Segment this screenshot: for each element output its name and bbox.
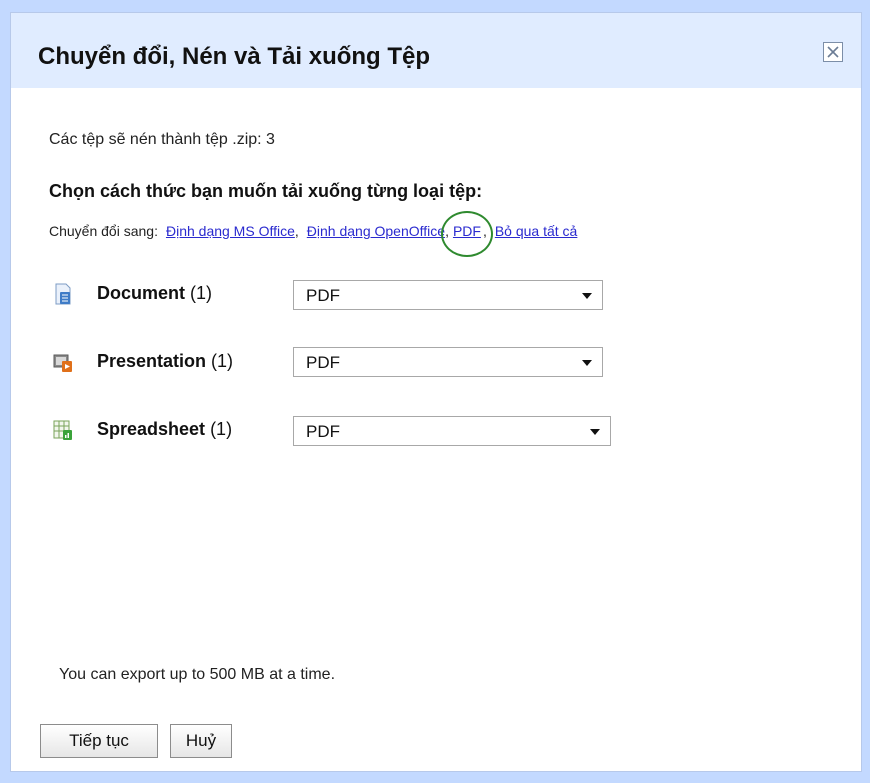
format-heading: Chọn cách thức bạn muốn tải xuống từng l… [49, 181, 483, 201]
skip-all-link[interactable]: Bỏ qua tất cả [495, 223, 578, 239]
open-office-format-link[interactable]: Định dạng OpenOffice [307, 223, 445, 239]
continue-button[interactable]: Tiếp tục [40, 724, 158, 758]
selected-format: PDF [306, 422, 340, 441]
file-type-name: Spreadsheet [97, 419, 206, 439]
selected-format: PDF [306, 353, 340, 372]
file-type-count: (1) [210, 419, 233, 439]
close-button[interactable] [823, 42, 843, 62]
dialog-titlebar: Chuyển đổi, Nén và Tải xuống Tệp [11, 13, 861, 88]
export-limit-text: You can export up to 500 MB at a time. [59, 666, 336, 683]
document-format-select[interactable]: PDF [293, 280, 603, 310]
file-type-count: (1) [190, 283, 213, 303]
convert-label: Chuyển đổi sang: [49, 223, 158, 239]
file-type-name: Presentation [97, 351, 207, 371]
spreadsheet-icon [53, 420, 72, 440]
ms-office-format-link[interactable]: Định dạng MS Office [166, 223, 295, 239]
convert-to-row: Chuyển đổi sang: Định dạng MS Office, Định… [49, 211, 578, 257]
chevron-down-icon [582, 293, 592, 299]
cancel-button[interactable]: Huỷ [170, 724, 232, 758]
file-type-name: Document [97, 283, 186, 303]
chevron-down-icon [590, 429, 600, 435]
pdf-link-wrapper: PDF [440, 211, 493, 257]
cancel-button-label: Huỷ [185, 731, 217, 750]
document-icon [55, 283, 71, 305]
presentation-format-select[interactable]: PDF [293, 347, 603, 377]
continue-button-label: Tiếp tục [69, 731, 129, 750]
file-type-count: (1) [211, 351, 234, 371]
presentation-icon [53, 354, 72, 372]
selected-format: PDF [306, 286, 340, 305]
export-dialog: Chuyển đổi, Nén và Tải xuống Tệp Các tệp… [10, 12, 862, 772]
close-icon [827, 46, 839, 58]
dialog-title: Chuyển đổi, Nén và Tải xuống Tệp [38, 43, 431, 70]
pdf-format-link[interactable]: PDF [453, 223, 481, 239]
file-count-text: Các tệp sẽ nén thành tệp .zip: 3 [49, 131, 275, 148]
chevron-down-icon [582, 360, 592, 366]
spreadsheet-format-select[interactable]: PDF [293, 416, 611, 446]
